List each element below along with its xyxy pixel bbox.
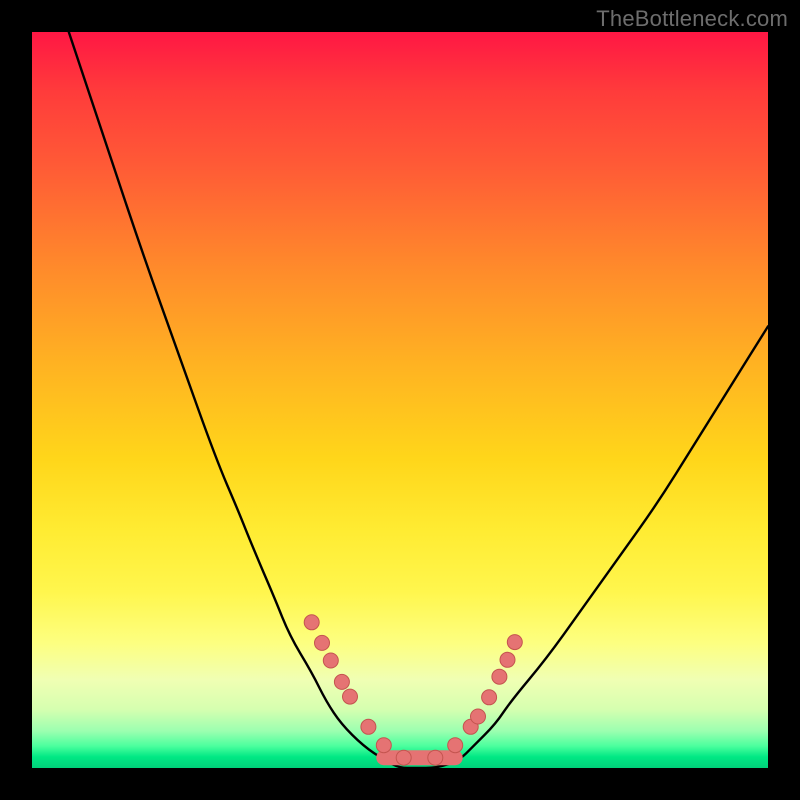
highlight-marker: [315, 635, 330, 650]
highlight-marker: [376, 738, 391, 753]
highlight-marker: [323, 653, 338, 668]
highlight-marker: [507, 635, 522, 650]
highlight-marker: [471, 709, 486, 724]
highlight-marker: [304, 615, 319, 630]
bottleneck-curve: [69, 32, 768, 768]
highlight-marker: [428, 750, 443, 765]
highlight-marker: [396, 750, 411, 765]
highlight-marker: [343, 689, 358, 704]
highlight-marker: [500, 652, 515, 667]
chart-frame: TheBottleneck.com: [0, 0, 800, 800]
highlight-marker: [482, 690, 497, 705]
highlight-marker: [361, 719, 376, 734]
plot-area: [32, 32, 768, 768]
highlight-marker: [492, 669, 507, 684]
watermark-text: TheBottleneck.com: [596, 6, 788, 32]
marker-group: [304, 615, 522, 765]
curve-svg: [32, 32, 768, 768]
highlight-marker: [334, 674, 349, 689]
highlight-marker: [448, 738, 463, 753]
